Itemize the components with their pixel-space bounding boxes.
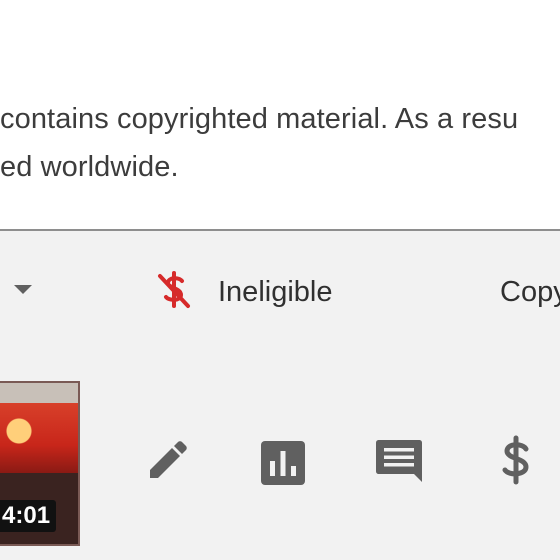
bar-chart-icon[interactable]	[256, 434, 310, 488]
notice-text-line-2: ed worldwide.	[0, 151, 179, 183]
video-duration-badge: 4:01	[0, 500, 57, 532]
thumbnail-figure	[0, 403, 78, 473]
pencil-icon[interactable]	[140, 434, 194, 488]
copyright-notice: contains copyrighted material. As a resu…	[0, 0, 560, 231]
restrictions-status-label[interactable]: Copy	[500, 276, 560, 309]
comment-icon[interactable]	[372, 434, 426, 488]
visibility-dropdown-caret-icon[interactable]	[14, 285, 32, 294]
monetization-status-label: Ineligible	[218, 276, 333, 308]
dollar-off-icon	[158, 271, 190, 308]
notice-text-line-1: contains copyrighted material. As a resu	[0, 103, 519, 135]
dollar-icon[interactable]	[490, 434, 544, 488]
